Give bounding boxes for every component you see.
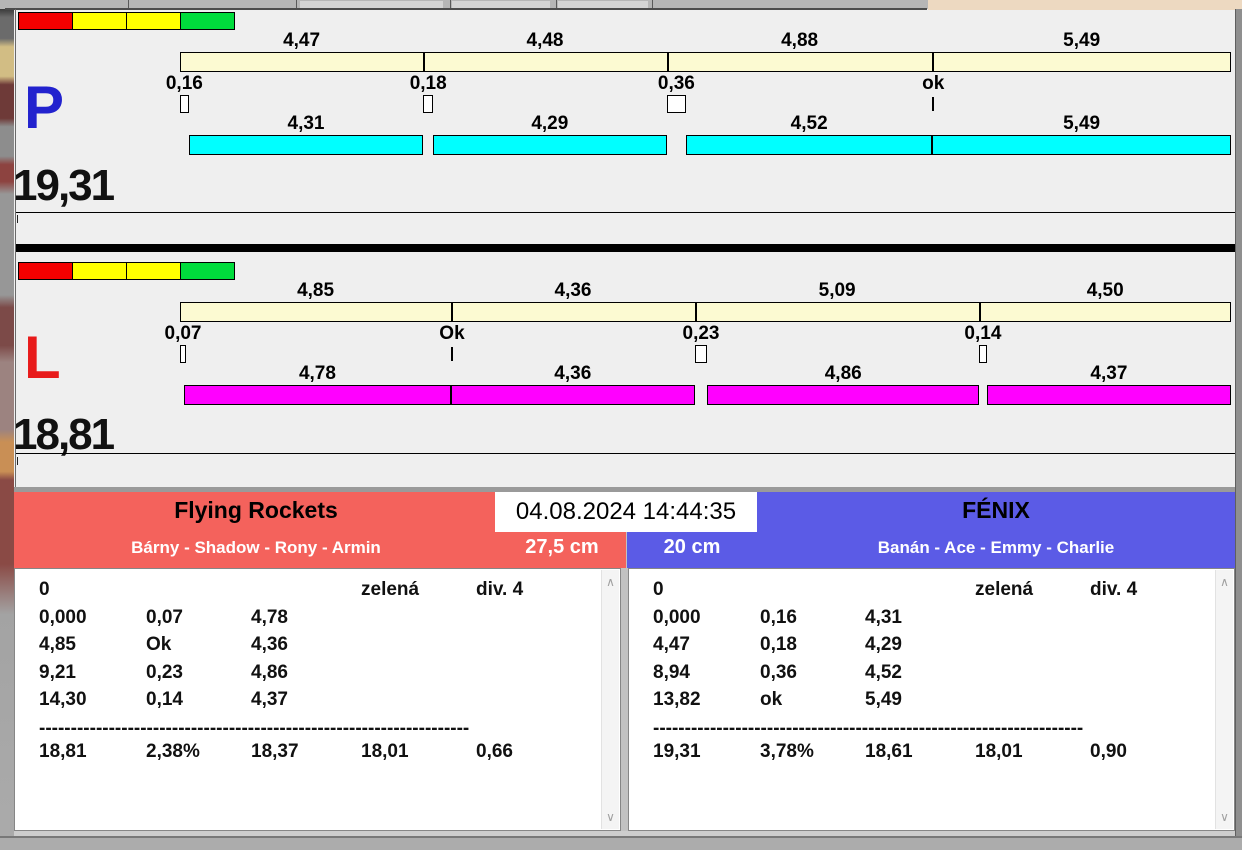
results-text-left[interactable]: 0 zelená div. 4 0,000 0,07 4,78 4,85 Ok 4,36 9,21… — [14, 568, 621, 831]
run-time-label: 4,86 — [824, 363, 862, 384]
results-row-cell: 0,18 — [760, 634, 797, 655]
team-name-left: Flying Rockets — [174, 497, 338, 523]
crossing-marker-box — [694, 345, 708, 363]
crossing-time-label: Ok — [439, 323, 465, 344]
split-divider — [451, 303, 454, 321]
split-divider — [694, 303, 697, 321]
results-row-cell: 0 — [39, 579, 50, 600]
results-summary-cell: 19,31 — [653, 741, 701, 762]
results-summary-cell: 18,37 — [251, 741, 299, 762]
scrollbar-left[interactable]: ∧ ∨ — [601, 570, 619, 829]
split-divider — [979, 303, 982, 321]
scroll-down-icon[interactable]: ∨ — [1220, 805, 1229, 829]
team-dogs-left: Bárny - Shadow - Rony - Armin — [131, 538, 381, 557]
results-row-cell: zelená — [975, 579, 1034, 600]
results-row-cell: 0,36 — [760, 661, 797, 683]
lane-letter-L: L — [24, 324, 61, 391]
results-dash-line: ----------------------------------------… — [653, 719, 1084, 738]
results-row-cell: 8,94 — [653, 661, 690, 683]
section-divider-line — [16, 453, 1235, 454]
crossing-marker-box — [180, 345, 186, 363]
split-time-label: 4,85 — [297, 280, 335, 301]
results-row-cell: 4,52 — [865, 661, 902, 683]
results-row-cell: 4,85 — [39, 634, 76, 655]
results-row-cell: 13,82 — [653, 689, 701, 710]
team-height-right: 20 cm — [663, 536, 721, 558]
results-row-cell: 0,07 — [146, 606, 183, 628]
timestamp-box: 04.08.2024 14:44:35 — [495, 492, 757, 532]
team-name-right: FÉNIX — [962, 497, 1030, 523]
results-row-cell: 4,78 — [251, 606, 288, 628]
run-time-label: 4,78 — [298, 363, 336, 384]
results-row-cell: 4,86 — [251, 661, 288, 683]
run-bar — [986, 385, 1231, 405]
scroll-down-icon[interactable]: ∨ — [606, 805, 615, 829]
run-bar — [183, 385, 451, 405]
run-bar — [707, 385, 979, 405]
split-time-label: 5,09 — [818, 280, 856, 301]
results-row-cell: div. 4 — [476, 579, 524, 600]
text-caret — [17, 457, 18, 465]
results-summary-cell: 18,61 — [865, 741, 913, 762]
crossing-time-label: 0,14 — [964, 323, 1002, 344]
run-time-label: 4,36 — [554, 363, 592, 384]
split-time-label: 4,36 — [554, 280, 592, 301]
run-time-label: 4,37 — [1090, 363, 1128, 384]
results-row-cell: 4,36 — [251, 634, 288, 655]
run-bar — [450, 385, 695, 405]
scroll-up-icon[interactable]: ∧ — [606, 570, 615, 594]
results-row-cell: 0,16 — [760, 606, 797, 628]
split-time-label: 4,50 — [1086, 280, 1124, 301]
results-row-cell: 14,30 — [39, 689, 87, 710]
results-dash-line: ----------------------------------------… — [39, 719, 470, 738]
flyball-timing-screen: P 19,31 4,47 4,48 4,88 5,49 0,16 4,31 0,18 4,29… — [0, 0, 1242, 850]
results-summary-cell: 18,81 — [39, 741, 87, 762]
lane-total-time-L: 18,81 — [13, 410, 115, 459]
results-summary-cell: 18,01 — [361, 741, 409, 762]
results-row-cell: zelená — [361, 579, 420, 600]
results-text-right[interactable]: 0 zelená div. 4 0,000 0,16 4,31 4,47 0,18 4,29 8,… — [628, 568, 1235, 831]
results-row-cell: div. 4 — [1090, 579, 1138, 600]
results-row-cell: 0,14 — [146, 689, 183, 710]
traffic-light-cell — [126, 262, 181, 280]
results-row-cell: ok — [760, 689, 783, 710]
crossing-marker-box — [979, 345, 987, 363]
split-bar — [180, 302, 1231, 322]
team-height-left: 27,5 cm — [525, 536, 599, 558]
results-summary-cell: 0,90 — [1090, 741, 1127, 762]
results-row-cell: 4,29 — [865, 634, 902, 655]
results-summary-cell: 18,01 — [975, 741, 1023, 762]
results-summary-cell: 0,66 — [476, 741, 513, 762]
results-row-cell: 0,000 — [653, 606, 701, 628]
traffic-light-cell — [180, 262, 235, 280]
taskbar-strip — [0, 838, 1242, 850]
results-summary-cell: 3,78% — [760, 741, 814, 762]
crossing-time-label: 0,07 — [164, 323, 202, 344]
results-row-cell: 0,000 — [39, 606, 87, 628]
crossing-time-label: 0,23 — [682, 323, 720, 344]
results-row-cell: 0,23 — [146, 661, 183, 683]
team-dogs-right: Banán - Ace - Emmy - Charlie — [877, 538, 1115, 557]
results-row-cell: 0 — [653, 579, 664, 600]
results-row-cell: 4,47 — [653, 634, 690, 655]
crossing-ok-tick — [450, 347, 453, 361]
traffic-light-cell — [18, 262, 73, 280]
scrollbar-right[interactable]: ∧ ∨ — [1215, 570, 1233, 829]
results-row-cell: 4,31 — [865, 606, 902, 628]
results-summary-cell: 2,38% — [146, 741, 200, 762]
scroll-up-icon[interactable]: ∧ — [1220, 570, 1229, 594]
results-row-cell: 4,37 — [251, 689, 288, 710]
results-row-cell: 5,49 — [865, 689, 902, 710]
traffic-light-cell — [72, 262, 127, 280]
results-row-cell: 9,21 — [39, 661, 76, 683]
results-row-cell: Ok — [146, 634, 172, 655]
